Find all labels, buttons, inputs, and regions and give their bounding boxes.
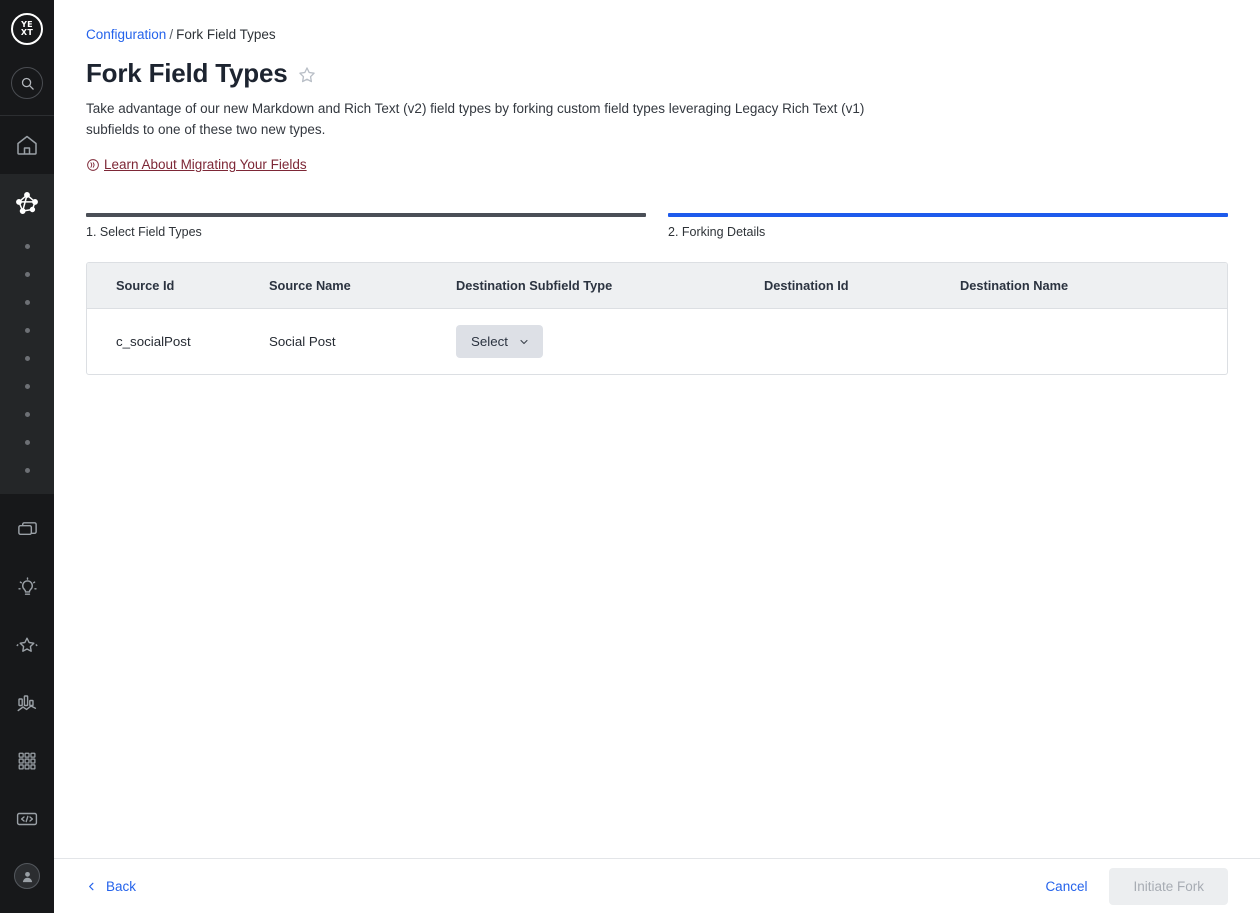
sidebar-subnav-dot[interactable] [0,288,54,316]
column-header-destination-id: Destination Id [764,263,960,309]
sidebar-subnav-dot[interactable] [0,372,54,400]
column-header-destination-subfield-type: Destination Subfield Type [456,263,764,309]
global-sidebar: YE XT [0,0,54,913]
column-header-source-name: Source Name [269,263,456,309]
knowledge-graph-icon [14,190,40,216]
favorite-star-button[interactable] [297,62,317,85]
content-area: Configuration / Fork Field Types Fork Fiel… [54,0,1260,375]
guide-badge-icon [86,158,100,172]
sidebar-item-developer[interactable] [0,790,54,848]
breadcrumb: Configuration / Fork Field Types [86,26,1228,44]
sidebar-item-reviews[interactable] [0,616,54,674]
cell-destination-subfield-type: Select [456,309,764,375]
stepper-label-2: 2. Forking Details [668,225,766,239]
app-root: YE XT Configuration / Fork Field Types F… [0,0,1260,913]
stepper-step-1[interactable]: 1. Select Field Types [86,213,646,240]
table-body: c_socialPost Social Post Select [87,309,1227,375]
yext-logo[interactable]: YE XT [0,0,54,58]
logo-line-2: XT [20,28,34,37]
destination-subfield-type-select[interactable]: Select [456,325,543,358]
breadcrumb-link-configuration[interactable]: Configuration [86,27,166,42]
cell-source-name: Social Post [269,334,336,349]
table-header: Source Id Source Name Destination Subfie… [87,263,1227,309]
select-button-label: Select [471,334,508,349]
sidebar-subnav-dot[interactable] [0,400,54,428]
sidebar-subnav-dots [0,232,54,484]
sidebar-knowledge-graph-group [0,174,54,494]
chevron-down-icon [520,339,528,344]
forking-details-table: Source Id Source Name Destination Subfie… [86,262,1228,375]
stepper-bar-2 [668,213,1228,217]
stepper-label-1: 1. Select Field Types [86,225,202,239]
sidebar-item-apps[interactable] [0,732,54,790]
cell-destination-name [960,309,1227,375]
user-avatar-icon [22,871,32,882]
table-row: c_socialPost Social Post Select [87,309,1227,375]
learn-link-label: Learn About Migrating Your Fields [104,157,307,172]
sidebar-account-avatar[interactable] [14,863,40,889]
learn-about-migrating-link[interactable]: Learn About Migrating Your Fields [86,157,307,172]
page-description: Take advantage of our new Markdown and R… [86,101,865,137]
star-outline-icon [299,66,316,82]
sidebar-subnav-dot[interactable] [0,232,54,260]
sidebar-subnav-dot[interactable] [0,428,54,456]
back-button-label: Back [106,878,137,894]
sidebar-item-knowledge-graph[interactable] [0,174,54,232]
code-icon [15,807,39,831]
chevron-left-icon [89,882,94,890]
cell-source-id: c_socialPost [116,334,191,349]
main-content: Configuration / Fork Field Types Fork Fiel… [54,0,1260,913]
sidebar-item-pages[interactable] [0,500,54,558]
yext-logo-icon: YE XT [11,13,43,45]
cancel-button[interactable]: Cancel [1041,871,1091,902]
breadcrumb-separator: / [169,27,174,42]
sidebar-subnav-dot[interactable] [0,316,54,344]
sidebar-item-home[interactable] [0,116,54,174]
wizard-footer: Back Cancel Initiate Fork [54,858,1260,913]
column-header-source-id: Source Id [87,263,269,309]
sidebar-subnav-dot[interactable] [0,344,54,372]
wizard-stepper: 1. Select Field Types 2. Forking Details [86,213,1228,240]
sidebar-item-search[interactable] [0,558,54,616]
pages-icon [16,518,39,541]
stepper-step-2[interactable]: 2. Forking Details [668,213,1228,240]
grid-apps-icon [16,750,38,772]
footer-actions: Cancel Initiate Fork [1041,867,1228,905]
lightbulb-icon [16,576,39,599]
page-title-row: Fork Field Types [86,58,1228,88]
fork-fields-table: Source Id Source Name Destination Subfie… [87,263,1227,374]
sidebar-search-button[interactable] [0,58,54,108]
page-title: Fork Field Types [86,58,288,88]
back-button[interactable]: Back [86,873,136,900]
sidebar-bottom [0,863,54,913]
column-header-destination-name: Destination Name [960,263,1227,309]
sidebar-subnav-dot[interactable] [0,260,54,288]
stepper-bar-1 [86,213,646,217]
sidebar-subnav-dot[interactable] [0,456,54,484]
search-icon [11,67,43,99]
breadcrumb-current: Fork Field Types [176,27,276,42]
star-icon [15,633,39,657]
cell-destination-id [764,309,960,375]
initiate-fork-button[interactable]: Initiate Fork [1109,867,1228,905]
sidebar-item-analytics[interactable] [0,674,54,732]
home-icon [15,133,39,157]
table-header-row: Source Id Source Name Destination Subfie… [87,263,1227,309]
analytics-icon [15,691,39,715]
